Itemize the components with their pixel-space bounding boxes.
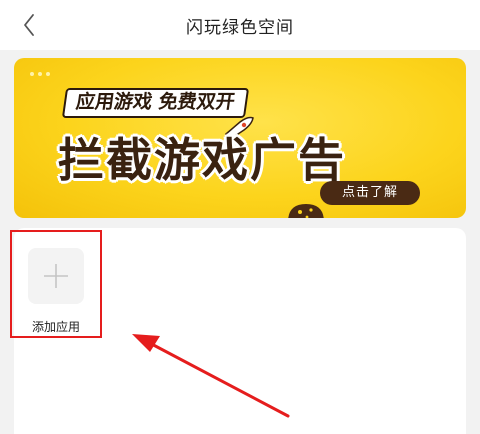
cookie-icon bbox=[284, 198, 328, 218]
add-app-tile[interactable] bbox=[28, 248, 84, 304]
banner-subtitle: 应用游戏 免费双开 bbox=[61, 88, 249, 118]
add-app-button[interactable]: 添加应用 bbox=[10, 230, 102, 338]
navigation-bar: 闪玩绿色空间 bbox=[0, 0, 480, 50]
page-title: 闪玩绿色空间 bbox=[186, 18, 294, 38]
plus-icon bbox=[44, 264, 68, 288]
learn-more-button[interactable]: 点击了解 bbox=[320, 181, 420, 205]
dots-icon bbox=[28, 64, 52, 76]
add-app-label: 添加应用 bbox=[31, 320, 80, 334]
promo-banner[interactable]: 应用游戏 免费双开 拦截游戏广告 点击了解 bbox=[14, 58, 466, 218]
